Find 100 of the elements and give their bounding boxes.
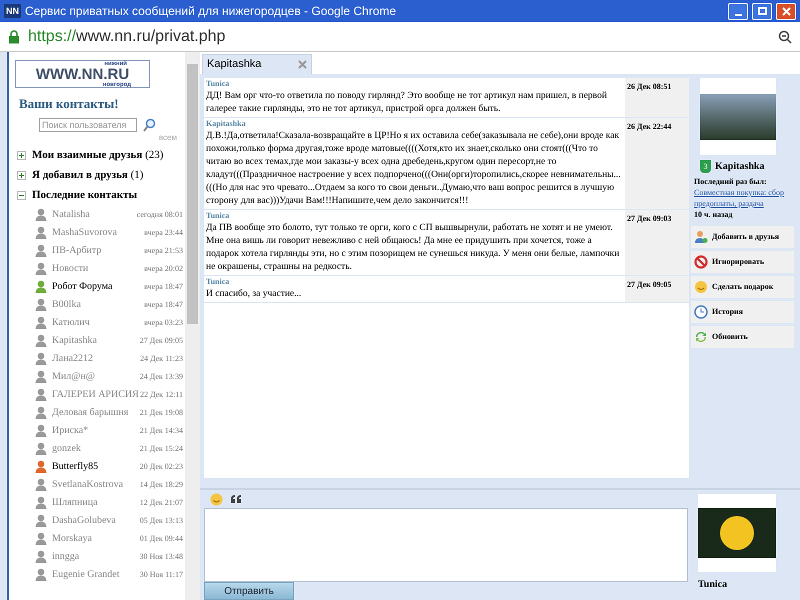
user-icon [35, 424, 47, 437]
contact-name: MashaSuvorova [52, 226, 118, 240]
user-icon [35, 496, 47, 509]
contact-time: вчера 18:47 [144, 298, 183, 310]
minus-icon[interactable] [17, 191, 26, 200]
contact-name: Робот Форума [52, 280, 114, 294]
contact-name: DashaGolubeva [52, 514, 117, 528]
close-icon [782, 6, 790, 16]
maximize-button[interactable] [752, 2, 772, 20]
contact-name: gonzek [52, 442, 82, 456]
contact-group-header[interactable]: Мои взаимные друзья (23) [9, 146, 185, 166]
contact-name: Morskaya [52, 532, 93, 546]
own-name: Tunica [698, 578, 728, 592]
profile-action-button[interactable]: Игнорировать [691, 251, 794, 273]
message-text: Д.В.!Да,ответила!Сказала-возвращайте в ЦР!Но я их оставила себе(заказывала не себе),они вроде как похожи,только форма другая,тоже вроде матовые((((Хотя,кто их знает,сколько они стоят(((Что то читаю во всех темах,где мои заказы-у всех одна дребедень,кругом один пересорт,не то кладут(((Праздничное настроение у всех подпорчено(((Они(орги)торопились,скорее невнимательны...(((Но для нас это чревато...Отдаем за кого то свои деньги..Думаю,что ваш вопрос решится в лучшую сторону для вас)))Удачи Вам!!!Напишите,чем дело закончится!!! [206, 130, 622, 208]
contact-row[interactable]: Лана2212 24 Дек 11:23 [9, 350, 185, 368]
message-input[interactable] [204, 508, 688, 582]
plus-icon[interactable] [17, 171, 26, 180]
user-icon [35, 352, 47, 365]
refresh-icon [694, 330, 708, 344]
user-icon [35, 532, 47, 545]
contact-row[interactable]: Деловая барышня 21 Дек 19:08 [9, 404, 185, 422]
user-icon [35, 550, 47, 563]
user-icon [35, 334, 47, 347]
maximize-icon [758, 7, 766, 15]
message-author[interactable]: Tunica [206, 78, 623, 90]
contact-row[interactable]: Мил@н@ 24 Дек 13:39 [9, 368, 185, 386]
contact-row[interactable]: Робот Форума вчера 18:47 [9, 278, 185, 296]
lock-icon [8, 30, 20, 44]
profile-action-button[interactable]: Обновить [691, 326, 794, 348]
profile-action-button[interactable]: Сделать подарок [691, 276, 794, 298]
contact-row[interactable]: Eugenie Grandet 30 Ноя 11:17 [9, 566, 185, 584]
last-seen-link[interactable]: Совместная покупка: сбор предоплаты, раздача [694, 187, 791, 209]
contact-time: 01 Дек 09:44 [140, 532, 183, 544]
group-label: Мои взаимные друзья (23) [32, 148, 164, 164]
contact-name: Новости [52, 262, 90, 276]
minimize-button[interactable] [728, 2, 748, 20]
url-text[interactable]: https://www.nn.ru/privat.php [28, 24, 770, 48]
contact-time: 24 Дек 11:23 [140, 352, 183, 364]
user-icon [35, 316, 47, 329]
search-icon[interactable] [143, 118, 156, 132]
contact-row[interactable]: DashaGolubeva 05 Дек 13:13 [9, 512, 185, 530]
contact-time: вчера 23:44 [144, 226, 183, 238]
quote-icon[interactable] [231, 495, 242, 503]
contact-group-header[interactable]: Я добавил в друзья (1) [9, 166, 185, 186]
rank-badge: 3 [700, 160, 711, 173]
user-icon [35, 406, 47, 419]
user-add-icon [694, 230, 708, 244]
contact-group-header[interactable]: Последние контакты [9, 186, 185, 206]
message-author[interactable]: Kapitashka [206, 118, 623, 130]
contact-name: ПВ-Арбитр [52, 244, 102, 258]
scrollbar-thumb[interactable] [187, 64, 198, 324]
user-icon [35, 280, 47, 293]
profile-name[interactable]: Kapitashka [715, 159, 764, 174]
smiley-icon[interactable] [210, 492, 223, 506]
message-author[interactable]: Tunica [206, 276, 623, 288]
contact-time: 14 Дек 18:29 [140, 478, 183, 490]
contact-time: 12 Дек 21:07 [140, 496, 183, 508]
send-button[interactable]: Отправить [204, 582, 294, 600]
contact-time: 22 Дек 12:11 [140, 388, 183, 400]
plus-icon[interactable] [17, 151, 26, 160]
sidebar-scrollbar[interactable] [185, 52, 200, 600]
profile-action-button[interactable]: История [691, 301, 794, 323]
contact-row[interactable]: Butterfly85 20 Дек 02:23 [9, 458, 185, 476]
contact-time: 05 Дек 13:13 [140, 514, 183, 526]
contact-row[interactable]: SvetlanaKostrova 14 Дек 18:29 [9, 476, 185, 494]
contact-row[interactable]: Новости вчера 20:02 [9, 260, 185, 278]
contact-time: вчера 20:02 [144, 262, 183, 274]
contact-row[interactable]: Natalisha сегодня 08:01 [9, 206, 185, 224]
chat-tab[interactable]: Kapitashka [202, 54, 312, 74]
contact-row[interactable]: MashaSuvorova вчера 23:44 [9, 224, 185, 242]
user-icon [35, 226, 47, 239]
contact-time: 21 Дек 15:24 [140, 442, 183, 454]
contact-row[interactable]: Катюлич вчера 03:23 [9, 314, 185, 332]
message-date: 27 Дек 09:03 [625, 210, 689, 275]
contact-row[interactable]: Шляпница 12 Дек 21:07 [9, 494, 185, 512]
contact-row[interactable]: B00lka вчера 18:47 [9, 296, 185, 314]
contact-row[interactable]: ГАЛЕРЕИ АРИСИЯ 22 Дек 12:11 [9, 386, 185, 404]
contact-name: Eugenie Grandet [52, 568, 120, 582]
message-author[interactable]: Tunica [206, 210, 623, 222]
zoom-icon[interactable] [778, 30, 792, 44]
message-date: 26 Дек 22:44 [625, 118, 689, 209]
contact-name: Butterfly85 [52, 460, 100, 474]
smiley-icon [694, 280, 708, 294]
contact-row[interactable]: Kapitashka 27 Дек 09:05 [9, 332, 185, 350]
contact-row[interactable]: Morskaya 01 Дек 09:44 [9, 530, 185, 548]
profile-action-button[interactable]: Добавить в друзья [691, 226, 794, 248]
contact-row[interactable]: Ириска* 21 Дек 14:34 [9, 422, 185, 440]
window-title: Сервис приватных сообщений для нижегородцев - Google Chrome [25, 3, 398, 20]
close-button[interactable] [776, 2, 796, 20]
close-icon[interactable] [298, 60, 307, 69]
contact-name: Лана2212 [52, 352, 94, 366]
contact-name: Kapitashka [52, 334, 98, 348]
contact-row[interactable]: gonzek 21 Дек 15:24 [9, 440, 185, 458]
contact-name: Ириска* [52, 424, 90, 438]
contact-row[interactable]: ПВ-Арбитр вчера 21:53 [9, 242, 185, 260]
contact-row[interactable]: inngga 30 Ноя 13:48 [9, 548, 185, 566]
user-icon [35, 568, 47, 581]
user-icon [35, 262, 47, 275]
search-field[interactable]: Поиск пользователя [39, 118, 137, 132]
